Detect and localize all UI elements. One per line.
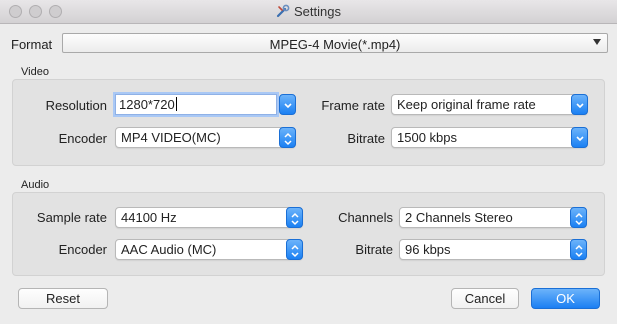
video-group: Resolution 1280*720 Frame rate Keep orig… [12,79,605,166]
updown-chevron-icon [291,244,299,258]
video-bitrate-value: 1500 kbps [397,130,457,145]
audio-encoder-label: Encoder [58,242,107,257]
audio-group: Sample rate 44100 Hz Channels 2 Channels… [12,192,605,276]
audio-section-label: Audio [21,179,50,191]
audio-bitrate-value: 96 kbps [405,242,451,257]
channels-select[interactable]: 2 Channels Stereo [399,207,587,228]
title-bar: Settings [0,0,617,24]
resolution-input[interactable]: 1280*720 [115,94,277,115]
window-title-text: Settings [294,4,341,19]
audio-encoder-value: AAC Audio (MC) [121,242,217,257]
window-title: Settings [0,4,617,19]
updown-chevron-icon [284,132,292,146]
text-caret [175,97,177,111]
settings-app-icon [276,4,290,18]
frame-rate-label: Frame rate [321,98,385,113]
channels-value: 2 Channels Stereo [405,210,513,225]
video-bitrate-select[interactable]: 1500 kbps [391,127,588,148]
chevron-down-icon [576,136,584,142]
video-section-label: Video [21,66,49,78]
triangle-down-icon [593,39,601,45]
video-encoder-label: Encoder [58,131,107,146]
format-value: MPEG-4 Movie(*.mp4) [269,37,401,52]
updown-chevron-icon [575,212,583,226]
sample-rate-value: 44100 Hz [121,210,177,225]
chevron-down-icon [576,103,584,109]
ok-button[interactable]: OK [531,288,600,309]
video-encoder-select[interactable]: MP4 VIDEO(MC) [115,127,296,148]
reset-button[interactable]: Reset [18,288,108,309]
sample-rate-select[interactable]: 44100 Hz [115,207,303,228]
sample-rate-label: Sample rate [36,210,107,225]
video-bitrate-label: Bitrate [347,131,385,146]
resolution-value: 1280*720 [119,97,175,112]
frame-rate-select[interactable]: Keep original frame rate [391,94,588,115]
format-label: Format [11,37,53,52]
format-select[interactable]: MPEG-4 Movie(*.mp4) [62,33,608,53]
audio-bitrate-label: Bitrate [355,242,393,257]
resolution-dropdown-button[interactable] [279,94,299,115]
audio-bitrate-select[interactable]: 96 kbps [399,239,587,260]
chevron-down-icon [284,103,292,109]
audio-encoder-select[interactable]: AAC Audio (MC) [115,239,303,260]
updown-chevron-icon [575,244,583,258]
frame-rate-value: Keep original frame rate [397,97,536,112]
channels-label: Channels [338,210,393,225]
cancel-button[interactable]: Cancel [451,288,519,309]
updown-chevron-icon [291,212,299,226]
resolution-label: Resolution [45,98,107,113]
video-encoder-value: MP4 VIDEO(MC) [121,130,221,145]
